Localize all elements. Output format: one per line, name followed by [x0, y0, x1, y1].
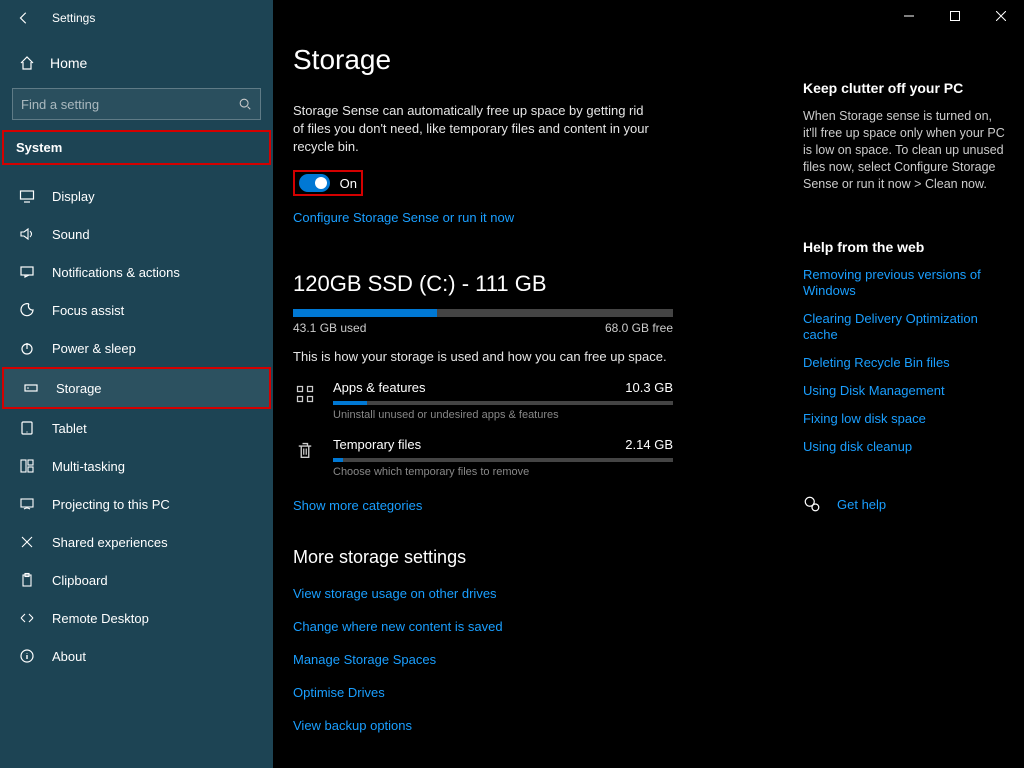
storage-sense-desc: Storage Sense can automatically free up …: [293, 102, 653, 156]
main-area: Storage Storage Sense can automatically …: [273, 0, 1024, 768]
right-heading-clutter: Keep clutter off your PC: [803, 80, 1005, 96]
window-title: Settings: [52, 11, 95, 25]
sidebar-item-label: Remote Desktop: [52, 611, 149, 626]
sidebar-category-system[interactable]: System: [2, 130, 271, 165]
gethelp-icon: [803, 495, 821, 513]
close-button[interactable]: [978, 0, 1024, 32]
link-change-content[interactable]: Change where new content is saved: [293, 619, 767, 634]
sidebar-item-power[interactable]: Power & sleep: [0, 329, 273, 367]
link-optimise-drives[interactable]: Optimise Drives: [293, 685, 767, 700]
sound-icon: [18, 225, 36, 243]
sidebar-item-label: Tablet: [52, 421, 87, 436]
sidebar-item-remote[interactable]: Remote Desktop: [0, 599, 273, 637]
right-paragraph-clutter: When Storage sense is turned on, it'll f…: [803, 108, 1005, 193]
sidebar-item-label: Projecting to this PC: [52, 497, 170, 512]
sidebar-item-label: Power & sleep: [52, 341, 136, 356]
category-size: 2.14 GB: [625, 437, 673, 452]
page-title: Storage: [293, 44, 767, 76]
help-link[interactable]: Removing previous versions of Windows: [803, 267, 1005, 299]
apps-icon: [293, 382, 317, 406]
home-icon: [18, 54, 36, 72]
multitasking-icon: [18, 457, 36, 475]
minimize-button[interactable]: [886, 0, 932, 32]
sidebar-item-storage[interactable]: Storage: [2, 367, 271, 409]
sidebar-item-multitasking[interactable]: Multi-tasking: [0, 447, 273, 485]
sidebar-item-label: Shared experiences: [52, 535, 168, 550]
search-box[interactable]: [12, 88, 261, 120]
help-link[interactable]: Deleting Recycle Bin files: [803, 355, 1005, 371]
drive-used: 43.1 GB used: [293, 321, 366, 335]
link-other-drives[interactable]: View storage usage on other drives: [293, 586, 767, 601]
right-column: Keep clutter off your PC When Storage se…: [793, 0, 1023, 768]
link-storage-spaces[interactable]: Manage Storage Spaces: [293, 652, 767, 667]
more-storage-heading: More storage settings: [293, 547, 767, 568]
sidebar-nav: Display Sound Notifications & actions Fo…: [0, 177, 273, 675]
help-link[interactable]: Fixing low disk space: [803, 411, 1005, 427]
sidebar-item-projecting[interactable]: Projecting to this PC: [0, 485, 273, 523]
search-icon: [238, 97, 252, 111]
projecting-icon: [18, 495, 36, 513]
drive-free: 68.0 GB free: [605, 321, 673, 335]
sidebar-item-label: Display: [52, 189, 95, 204]
trash-icon: [293, 439, 317, 463]
get-help-link[interactable]: Get help: [837, 497, 886, 512]
home-label: Home: [50, 55, 87, 71]
focus-assist-icon: [18, 301, 36, 319]
category-temp[interactable]: Temporary files 2.14 GB Choose which tem…: [293, 437, 767, 478]
shared-icon: [18, 533, 36, 551]
notifications-icon: [18, 263, 36, 281]
tablet-icon: [18, 419, 36, 437]
sidebar-item-focus-assist[interactable]: Focus assist: [0, 291, 273, 329]
help-link[interactable]: Using disk cleanup: [803, 439, 1005, 455]
maximize-button[interactable]: [932, 0, 978, 32]
sidebar-item-shared[interactable]: Shared experiences: [0, 523, 273, 561]
show-more-categories-link[interactable]: Show more categories: [293, 498, 767, 513]
sidebar-item-label: Clipboard: [52, 573, 108, 588]
link-view-backup[interactable]: View backup options: [293, 718, 767, 733]
category-sub: Uninstall unused or undesired apps & fea…: [333, 409, 767, 421]
drive-title: 120GB SSD (C:) - 111 GB: [293, 271, 767, 297]
storage-icon: [22, 379, 40, 397]
category-name: Temporary files: [333, 437, 421, 452]
right-heading-help: Help from the web: [803, 239, 1005, 255]
about-icon: [18, 647, 36, 665]
category-apps[interactable]: Apps & features 10.3 GB Uninstall unused…: [293, 380, 767, 421]
category-sub: Choose which temporary files to remove: [333, 466, 767, 478]
sidebar-item-label: Storage: [56, 381, 102, 396]
configure-storage-sense-link[interactable]: Configure Storage Sense or run it now: [293, 210, 767, 225]
help-link[interactable]: Using Disk Management: [803, 383, 1005, 399]
toggle-switch-icon: [299, 174, 330, 192]
back-button[interactable]: [10, 4, 38, 32]
category-size: 10.3 GB: [625, 380, 673, 395]
home-button[interactable]: Home: [0, 44, 273, 82]
storage-sense-toggle[interactable]: On: [293, 170, 363, 196]
sidebar-item-label: Notifications & actions: [52, 265, 180, 280]
sidebar-item-label: Sound: [52, 227, 90, 242]
category-name: Apps & features: [333, 380, 426, 395]
sidebar-item-label: Focus assist: [52, 303, 124, 318]
sidebar-item-tablet[interactable]: Tablet: [0, 409, 273, 447]
toggle-label: On: [340, 176, 357, 191]
help-link[interactable]: Clearing Delivery Optimization cache: [803, 311, 1005, 343]
clipboard-icon: [18, 571, 36, 589]
sidebar-item-label: Multi-tasking: [52, 459, 125, 474]
sidebar-item-label: About: [52, 649, 86, 664]
search-input[interactable]: [21, 97, 238, 112]
drive-desc: This is how your storage is used and how…: [293, 349, 767, 364]
sidebar-item-display[interactable]: Display: [0, 177, 273, 215]
display-icon: [18, 187, 36, 205]
sidebar-item-notifications[interactable]: Notifications & actions: [0, 253, 273, 291]
drive-usage-bar: [293, 309, 673, 317]
power-icon: [18, 339, 36, 357]
sidebar: Settings Home System Display Sound Notif…: [0, 0, 273, 768]
remote-icon: [18, 609, 36, 627]
sidebar-item-sound[interactable]: Sound: [0, 215, 273, 253]
sidebar-item-about[interactable]: About: [0, 637, 273, 675]
sidebar-item-clipboard[interactable]: Clipboard: [0, 561, 273, 599]
